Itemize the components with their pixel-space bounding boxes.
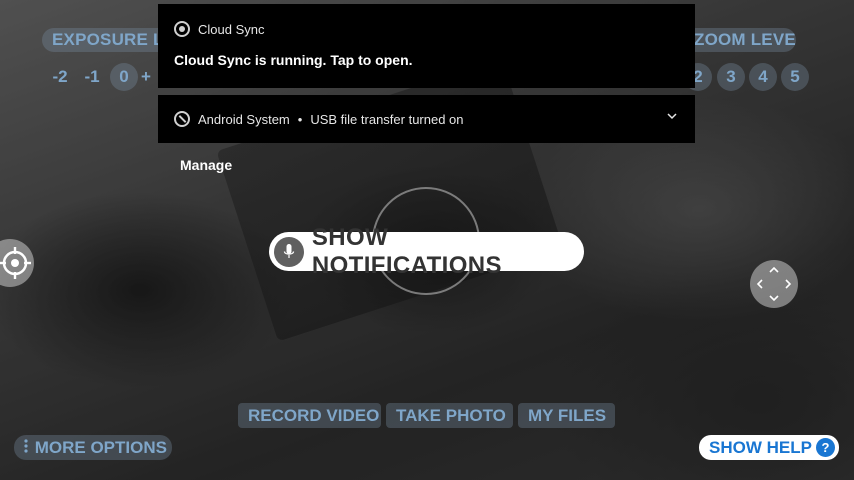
more-options-label: MORE OPTIONS: [34, 438, 167, 457]
expand-chevron-icon[interactable]: [667, 111, 677, 123]
notification-android-system[interactable]: Android System • USB file transfer turne…: [158, 95, 695, 143]
manage-notifications-button[interactable]: Manage: [180, 157, 232, 173]
focus-target-button[interactable]: [0, 239, 34, 287]
zoom-level-4[interactable]: 4: [749, 63, 777, 91]
pan-control-button[interactable]: [750, 260, 798, 308]
cloud-sync-icon: [174, 21, 190, 37]
notification-header: Android System • USB file transfer turne…: [174, 111, 464, 127]
microphone-icon: [274, 236, 304, 267]
notification-app-name: Cloud Sync: [198, 21, 265, 37]
show-notifications-hint[interactable]: SHOW NOTIFICATIONS: [269, 224, 584, 279]
exposure-level-title: EXPOSURE LEVEL: [42, 28, 172, 52]
record-video-button[interactable]: RECORD VIDEO: [238, 403, 381, 428]
show-help-label: SHOW HELP: [709, 438, 812, 457]
more-vertical-icon: [22, 435, 30, 460]
exposure-level-plus[interactable]: +: [138, 63, 154, 91]
zoom-level-title: ZOOM LEVEL: [684, 28, 796, 52]
exposure-level-minus-2[interactable]: -2: [46, 63, 74, 91]
android-system-icon: [174, 111, 190, 127]
arrows-move-icon: [756, 266, 792, 302]
my-files-button[interactable]: MY FILES: [518, 403, 615, 428]
notification-body: USB file transfer turned on: [310, 111, 464, 127]
exposure-level-0[interactable]: 0: [110, 63, 138, 91]
crosshair-icon: [0, 247, 31, 279]
notification-body: Cloud Sync is running. Tap to open.: [174, 52, 413, 68]
exposure-level-minus-1[interactable]: -1: [78, 63, 106, 91]
notification-cloud-sync[interactable]: Cloud Sync Cloud Sync is running. Tap to…: [158, 4, 695, 88]
notification-app-name: Android System: [198, 111, 290, 127]
show-help-button[interactable]: SHOW HELP ?: [699, 435, 839, 460]
notification-separator: •: [297, 111, 303, 127]
zoom-level-3[interactable]: 3: [717, 63, 745, 91]
more-options-button[interactable]: MORE OPTIONS: [14, 435, 172, 460]
notification-header: Cloud Sync: [174, 21, 264, 37]
zoom-level-5[interactable]: 5: [781, 63, 809, 91]
help-icon: ?: [816, 438, 835, 457]
show-notifications-label: SHOW NOTIFICATIONS: [311, 223, 502, 279]
take-photo-button[interactable]: TAKE PHOTO: [386, 403, 513, 428]
